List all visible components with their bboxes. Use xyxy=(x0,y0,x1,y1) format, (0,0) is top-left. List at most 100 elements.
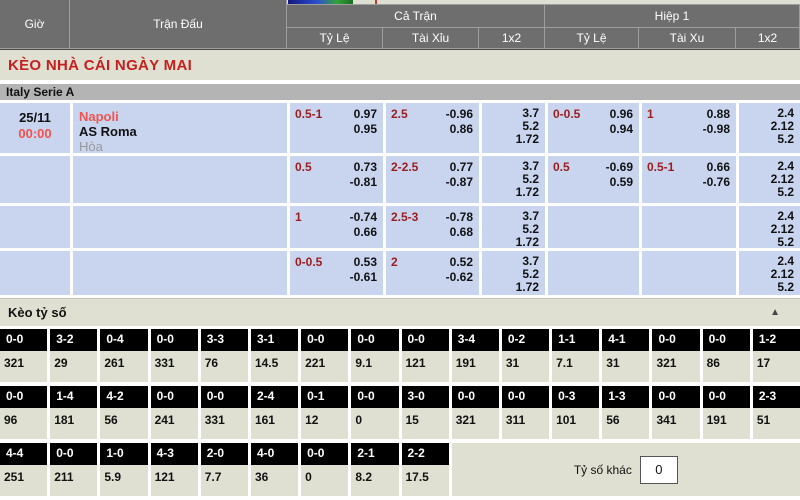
score-odds-cell[interactable]: 211 xyxy=(50,465,97,496)
score-pair: 0-01-44-20-00-02-40-10-03-00-00-00-31-30… xyxy=(0,386,800,439)
score-odds-cell[interactable]: 14.5 xyxy=(251,351,298,382)
h1-handicap-cell[interactable] xyxy=(548,251,639,295)
score-odds-cell[interactable]: 56 xyxy=(100,408,147,439)
score-odds-cell[interactable]: 161 xyxy=(251,408,298,439)
ft-1x2-cell[interactable]: 3.75.21.72 xyxy=(482,206,545,248)
odds-bottom-value: -0.81 xyxy=(350,175,377,190)
score-odds-cell[interactable]: 221 xyxy=(301,351,348,382)
score-odds-cell[interactable]: 31 xyxy=(502,351,549,382)
ft-overunder-cell[interactable]: 20.52-0.62 xyxy=(386,251,479,295)
h1-overunder-cell[interactable] xyxy=(642,251,736,295)
score-odds-cell[interactable]: 76 xyxy=(201,351,248,382)
score-odds-cell[interactable]: 181 xyxy=(50,408,97,439)
score-odds-cell[interactable]: 17 xyxy=(753,351,800,382)
odds-line-label xyxy=(642,206,647,248)
h1-overunder-cell[interactable]: 0.5-10.66-0.76 xyxy=(642,156,736,203)
score-odds-cell[interactable]: 5.9 xyxy=(100,465,147,496)
h1-1x2-cell[interactable]: 2.42.125.2 xyxy=(739,103,800,153)
x2-value: 1.72 xyxy=(482,133,539,146)
score-cell: 0-0 xyxy=(703,386,750,408)
score-odds-cell[interactable]: 191 xyxy=(703,408,750,439)
odds-values: 0.77-0.87 xyxy=(446,156,479,203)
score-odds-cell[interactable]: 56 xyxy=(602,408,649,439)
score-odds-cell[interactable]: 17.5 xyxy=(402,465,449,496)
other-score-input[interactable]: 0 xyxy=(640,456,678,484)
odds-top-value: -0.74 xyxy=(350,210,377,225)
score-odds-cell[interactable]: 86 xyxy=(703,351,750,382)
odds-values: -0.740.66 xyxy=(350,206,383,248)
score-odds-cell[interactable]: 9.1 xyxy=(351,351,398,382)
score-odds-cell[interactable]: 96 xyxy=(0,408,47,439)
score-cell: 0-0 xyxy=(301,443,348,465)
score-odds-cell[interactable]: 31 xyxy=(602,351,649,382)
score-odds-cell[interactable]: 321 xyxy=(652,351,699,382)
x2-value: 5.2 xyxy=(739,281,794,294)
score-odds-cell[interactable]: 341 xyxy=(652,408,699,439)
h1-1x2-cell[interactable]: 2.42.125.2 xyxy=(739,251,800,295)
odds-bottom-value: -0.98 xyxy=(703,122,730,137)
score-cell: 4-3 xyxy=(151,443,198,465)
ft-handicap-cell[interactable]: 0.5-10.970.95 xyxy=(290,103,383,153)
ft-1x2-cell[interactable]: 3.75.21.72 xyxy=(482,251,545,295)
odds-table-header: Giờ Trận Đấu Cả Trận Hiệp 1 Tỷ Lệ Tài Xỉ… xyxy=(0,0,800,50)
score-odds-cell[interactable]: 311 xyxy=(502,408,549,439)
score-odds-cell[interactable]: 0 xyxy=(351,408,398,439)
score-odds-cell[interactable]: 29 xyxy=(50,351,97,382)
ft-handicap-cell[interactable]: 0.50.73-0.81 xyxy=(290,156,383,203)
odds-line-label: 0.5-1 xyxy=(290,103,322,153)
odds-values: 0.52-0.62 xyxy=(446,251,479,295)
ft-overunder-cell[interactable]: 2-2.50.77-0.87 xyxy=(386,156,479,203)
ft-overunder-cell[interactable]: 2.5-0.960.86 xyxy=(386,103,479,153)
score-odds-cell[interactable]: 8.2 xyxy=(351,465,398,496)
score-odds-cell[interactable]: 15 xyxy=(402,408,449,439)
score-odds-cell[interactable]: 251 xyxy=(0,465,47,496)
ft-handicap-cell[interactable]: 0-0.50.53-0.61 xyxy=(290,251,383,295)
score-cell: 1-0 xyxy=(100,443,147,465)
h1-overunder-cell[interactable] xyxy=(642,206,736,248)
header-top-strip xyxy=(287,0,800,4)
ft-1x2-cell[interactable]: 3.75.21.72 xyxy=(482,103,545,153)
ft-overunder-cell[interactable]: 2.5-3-0.780.68 xyxy=(386,206,479,248)
ft-1x2-cell[interactable]: 3.75.21.72 xyxy=(482,156,545,203)
score-pair: 0-03-20-40-03-33-10-00-00-03-40-21-14-10… xyxy=(0,329,800,382)
score-odds-cell[interactable]: 101 xyxy=(552,408,599,439)
odds-values xyxy=(633,206,639,248)
score-odds-cell[interactable]: 121 xyxy=(402,351,449,382)
score-odds-cell[interactable]: 331 xyxy=(201,408,248,439)
h1-overunder-cell[interactable]: 10.88-0.98 xyxy=(642,103,736,153)
odds-top-value: -0.96 xyxy=(446,107,473,122)
header-h1-handicap: Tỷ Lệ xyxy=(545,28,639,49)
score-odds-cell[interactable]: 12 xyxy=(301,408,348,439)
h1-1x2-cell[interactable]: 2.42.125.2 xyxy=(739,206,800,248)
score-odds-cell[interactable]: 121 xyxy=(151,465,198,496)
collapse-icon[interactable]: ▲ xyxy=(770,307,780,318)
score-odds-cell[interactable]: 36 xyxy=(251,465,298,496)
score-odds-cell[interactable]: 0 xyxy=(301,465,348,496)
x2-value: 5.2 xyxy=(739,133,794,146)
odds-bottom-value: 0.94 xyxy=(610,122,633,137)
score-odds-cell[interactable]: 321 xyxy=(0,351,47,382)
score-odds-cell[interactable]: 241 xyxy=(151,408,198,439)
odds-top-value: -0.69 xyxy=(606,160,633,175)
score-odds-cell[interactable]: 321 xyxy=(452,408,499,439)
score-odds-cell[interactable]: 7.1 xyxy=(552,351,599,382)
score-section-title: Kèo tỷ số xyxy=(8,305,67,320)
score-odds-cell[interactable]: 191 xyxy=(452,351,499,382)
odds-top-value: 0.52 xyxy=(446,255,473,270)
score-odds-cell[interactable]: 7.7 xyxy=(201,465,248,496)
score-cell: 4-2 xyxy=(100,386,147,408)
score-section-header: Kèo tỷ số ▲ xyxy=(0,298,800,326)
odds-bottom-value: -0.62 xyxy=(446,270,473,285)
score-odds-cell[interactable]: 261 xyxy=(100,351,147,382)
h1-handicap-cell[interactable]: 0.5-0.690.59 xyxy=(548,156,639,203)
score-odds-cell[interactable]: 51 xyxy=(753,408,800,439)
header-half1: Hiệp 1 xyxy=(545,4,800,28)
h1-handicap-cell[interactable] xyxy=(548,206,639,248)
ft-handicap-cell[interactable]: 1-0.740.66 xyxy=(290,206,383,248)
h1-1x2-cell[interactable]: 2.42.125.2 xyxy=(739,156,800,203)
score-cell: 0-0 xyxy=(151,329,198,351)
header-ft-overunder: Tài Xỉu xyxy=(383,28,479,49)
score-odds-cell[interactable]: 331 xyxy=(151,351,198,382)
h1-handicap-cell[interactable]: 0-0.50.960.94 xyxy=(548,103,639,153)
score-cell: 0-0 xyxy=(50,443,97,465)
